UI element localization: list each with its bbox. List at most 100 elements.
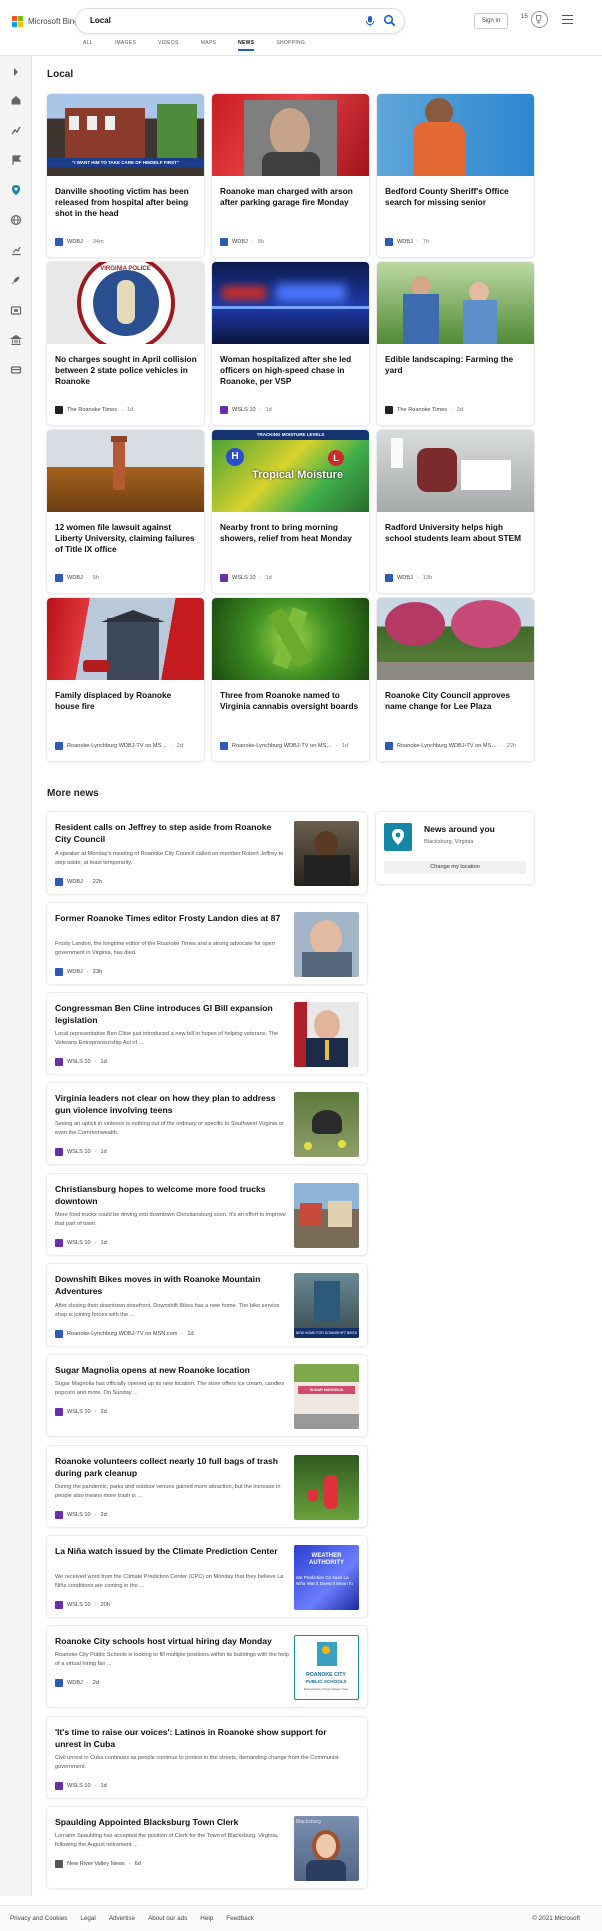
- news-card-title[interactable]: Roanoke man charged with arson after par…: [220, 186, 362, 208]
- footer-link-privacy[interactable]: Privacy and Cookies: [10, 1915, 67, 1922]
- news-item-title[interactable]: Roanoke volunteers collect nearly 10 ful…: [55, 1455, 289, 1479]
- tab-videos[interactable]: VIDEOS: [158, 40, 179, 51]
- news-list-item[interactable]: Roanoke City schools host virtual hiring…: [47, 1626, 367, 1707]
- business-chart-icon[interactable]: [10, 244, 22, 256]
- publisher-logo-icon: [385, 742, 393, 750]
- news-item-title[interactable]: Roanoke City schools host virtual hiring…: [55, 1635, 289, 1647]
- news-card-image: [212, 94, 369, 176]
- news-item-snippet: We received word from the Climate Predic…: [55, 1574, 284, 1589]
- news-card-source: The Roanoke Times · 2d: [385, 406, 530, 414]
- news-item-title[interactable]: Sugar Magnolia opens at new Roanoke loca…: [55, 1364, 289, 1376]
- publisher-logo-icon: [55, 742, 63, 750]
- image-caption: "I WANT HIM TO TAKE CARE OF HIMSELF FIRS…: [47, 158, 204, 167]
- news-item-title[interactable]: Spaulding Appointed Blacksburg Town Cler…: [55, 1816, 289, 1828]
- news-card[interactable]: "I WANT HIM TO TAKE CARE OF HIMSELF FIRS…: [47, 94, 204, 257]
- home-icon[interactable]: [10, 94, 22, 106]
- flag-icon[interactable]: [10, 154, 22, 166]
- menu-icon[interactable]: [562, 15, 573, 24]
- footer-link-about-ads[interactable]: About our ads: [148, 1915, 187, 1922]
- tab-all[interactable]: ALL: [83, 40, 93, 51]
- news-card-title[interactable]: Danville shooting victim has been releas…: [55, 186, 197, 219]
- news-list-item[interactable]: Christiansburg hopes to welcome more foo…: [47, 1174, 367, 1255]
- news-item-title[interactable]: Virginia leaders not clear on how they p…: [55, 1092, 289, 1116]
- news-card-title[interactable]: 12 women file lawsuit against Liberty Un…: [55, 522, 197, 555]
- news-card[interactable]: Roanoke City Council approves name chang…: [377, 598, 534, 761]
- news-card-title[interactable]: Radford University helps high school stu…: [385, 522, 527, 544]
- image-caption: Tropical Moisture: [252, 469, 344, 481]
- news-item-title[interactable]: Congressman Ben Cline introduces GI Bill…: [55, 1002, 289, 1026]
- politics-building-icon[interactable]: [10, 334, 22, 346]
- change-location-button[interactable]: Change my location: [384, 861, 526, 874]
- news-card-title[interactable]: Three from Roanoke named to Virginia can…: [220, 690, 362, 712]
- news-item-title[interactable]: 'It's time to raise our voices': Latinos…: [55, 1726, 355, 1750]
- news-card-title[interactable]: Bedford County Sheriff's Office search f…: [385, 186, 527, 208]
- news-card[interactable]: 12 women file lawsuit against Liberty Un…: [47, 430, 204, 593]
- globe-icon[interactable]: [10, 214, 22, 226]
- news-card-title[interactable]: Family displaced by Roanoke house fire: [55, 690, 197, 712]
- tab-images[interactable]: IMAGES: [115, 40, 136, 51]
- news-card[interactable]: VIRGINIA POLICE No charges sought in Apr…: [47, 262, 204, 425]
- news-item-title[interactable]: Downshift Bikes moves in with Roanoke Mo…: [55, 1273, 289, 1297]
- tab-shopping[interactable]: SHOPPING: [276, 40, 305, 51]
- rewards-trophy-icon[interactable]: [531, 11, 548, 28]
- news-list-item[interactable]: Spaulding Appointed Blacksburg Town Cler…: [47, 1807, 367, 1888]
- news-card[interactable]: Woman hospitalized after she led officer…: [212, 262, 369, 425]
- news-card-title[interactable]: Roanoke City Council approves name chang…: [385, 690, 527, 712]
- news-list-item[interactable]: Downshift Bikes moves in with Roanoke Mo…: [47, 1264, 367, 1346]
- search-icon[interactable]: [383, 14, 396, 27]
- news-card-title[interactable]: Woman hospitalized after she led officer…: [220, 354, 362, 387]
- location-pin-icon: [384, 823, 412, 851]
- news-card[interactable]: Bedford County Sheriff's Office search f…: [377, 94, 534, 257]
- news-list-item[interactable]: Virginia leaders not clear on how they p…: [47, 1083, 367, 1164]
- publisher-logo-icon: [55, 1679, 63, 1687]
- sign-in-button[interactable]: Sign in: [474, 13, 508, 29]
- news-item-snippet: Local representative Ben Cline just intr…: [55, 1031, 279, 1046]
- news-list-item[interactable]: Roanoke volunteers collect nearly 10 ful…: [47, 1446, 367, 1527]
- news-card[interactable]: Radford University helps high school stu…: [377, 430, 534, 593]
- news-item-snippet: Frosty Landon, the longtime editor of th…: [55, 941, 275, 956]
- search-box[interactable]: Local: [76, 9, 404, 33]
- news-card-title[interactable]: No charges sought in April collision bet…: [55, 354, 197, 387]
- footer-link-advertise[interactable]: Advertise: [109, 1915, 135, 1922]
- publisher-logo-icon: [55, 574, 63, 582]
- news-item-title[interactable]: Former Roanoke Times editor Frosty Lando…: [55, 912, 289, 924]
- news-item-title[interactable]: Christiansburg hopes to welcome more foo…: [55, 1183, 289, 1207]
- footer-link-feedback[interactable]: Feedback: [226, 1915, 254, 1922]
- microphone-icon[interactable]: [364, 15, 376, 27]
- news-list-item[interactable]: Resident calls on Jeffrey to step aside …: [47, 812, 367, 894]
- news-list-item[interactable]: La Niña watch issued by the Climate Pred…: [47, 1536, 367, 1617]
- news-item-source: WDBJ · 2d: [55, 1679, 99, 1687]
- news-item-source: WSLS 10 · 1d: [55, 1058, 107, 1066]
- news-list-item[interactable]: Congressman Ben Cline introduces GI Bill…: [47, 993, 367, 1074]
- entertainment-tv-icon[interactable]: [10, 304, 22, 316]
- footer-link-help[interactable]: Help: [200, 1915, 213, 1922]
- news-card[interactable]: TRACKING MOISTURE LEVELS H L Tropical Mo…: [212, 430, 369, 593]
- news-card-image: [377, 262, 534, 344]
- news-card-source: Roanoke-Lynchburg WDBJ-TV on MSN... · 2d: [55, 742, 200, 750]
- tab-news[interactable]: NEWS: [238, 40, 255, 51]
- trending-icon[interactable]: [10, 124, 22, 136]
- products-card-icon[interactable]: [10, 364, 22, 376]
- news-card-title[interactable]: Edible landscaping: Farming the yard: [385, 354, 527, 376]
- location-pin-icon[interactable]: [10, 184, 22, 196]
- news-list-item[interactable]: Former Roanoke Times editor Frosty Lando…: [47, 903, 367, 984]
- copyright: © 2021 Microsoft: [532, 1915, 580, 1922]
- news-item-title[interactable]: La Niña watch issued by the Climate Pred…: [55, 1545, 289, 1557]
- news-card[interactable]: Three from Roanoke named to Virginia can…: [212, 598, 369, 761]
- news-list-item[interactable]: Sugar Magnolia opens at new Roanoke loca…: [47, 1355, 367, 1436]
- news-item-image: [294, 821, 359, 886]
- news-card-title[interactable]: Nearby front to bring morning showers, r…: [220, 522, 362, 544]
- tab-maps[interactable]: MAPS: [201, 40, 216, 51]
- news-card[interactable]: Edible landscaping: Farming the yard The…: [377, 262, 534, 425]
- rewards-count[interactable]: 15: [521, 14, 528, 20]
- footer-link-legal[interactable]: Legal: [80, 1915, 95, 1922]
- bing-logo[interactable]: Microsoft Bing: [12, 16, 79, 27]
- search-input[interactable]: Local: [90, 16, 111, 25]
- expand-sidebar-icon[interactable]: [10, 66, 22, 78]
- news-card[interactable]: Roanoke man charged with arson after par…: [212, 94, 369, 257]
- news-card[interactable]: Family displaced by Roanoke house fire R…: [47, 598, 204, 761]
- science-rocket-icon[interactable]: [10, 274, 22, 286]
- news-item-title[interactable]: Resident calls on Jeffrey to step aside …: [55, 821, 289, 845]
- news-card-source: WDBJ · 7h: [385, 238, 530, 246]
- news-list-item[interactable]: 'It's time to raise our voices': Latinos…: [47, 1717, 367, 1798]
